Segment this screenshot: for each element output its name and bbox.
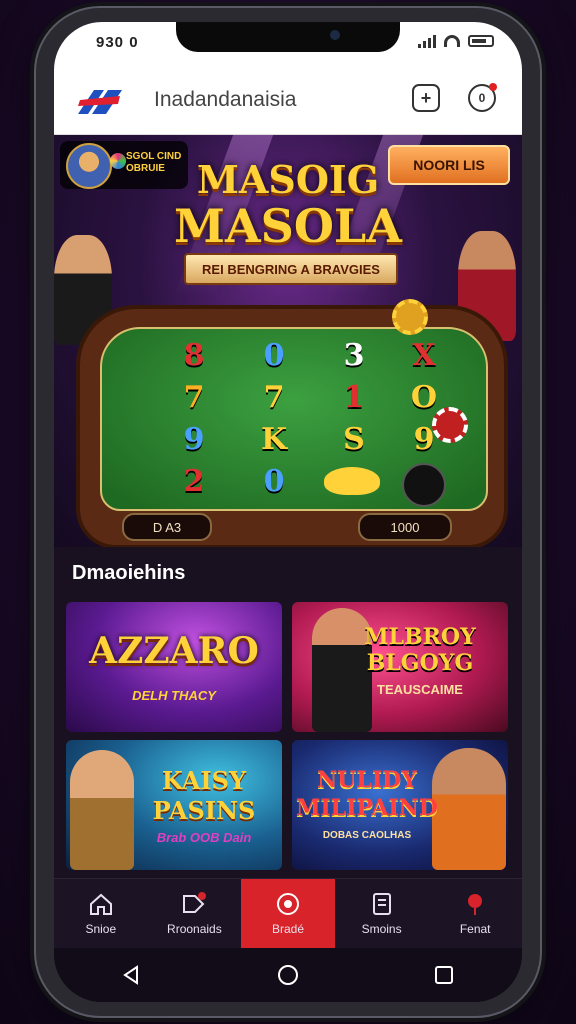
game-card-title: MLBROY BLGOYG <box>364 624 476 676</box>
card-character <box>70 750 134 870</box>
game-card[interactable]: KAISY PASINS Brab OOB Dain <box>66 740 282 870</box>
recents-icon[interactable] <box>433 964 455 986</box>
battery-icon <box>468 35 494 47</box>
nav-item-home[interactable]: Snioe <box>54 879 148 949</box>
game-card[interactable]: NULIDY MILIPAIND DOBAS CAOLHAS <box>292 740 508 870</box>
add-button[interactable]: + <box>412 84 440 112</box>
slot-symbol: S <box>343 421 365 457</box>
section-title: Dmaoiehins <box>72 562 186 584</box>
game-card-subtitle: DOBAS CAOLHAS <box>322 830 412 841</box>
slot-symbol: 7 <box>263 379 285 415</box>
hero-title-line2: MASOLA <box>174 199 402 253</box>
circle-badge-icon: 0 <box>478 91 486 105</box>
nav-label: Rroonaids <box>167 922 222 936</box>
slot-symbol: 0 <box>263 337 285 373</box>
slot-symbol: 1 <box>343 379 365 415</box>
slot-symbol: 3 <box>343 337 365 373</box>
slot-symbol: X <box>412 337 436 373</box>
app-logo[interactable] <box>74 86 126 118</box>
game-card-title: KAISY PASINS <box>152 766 256 825</box>
slot-symbol: 2 <box>183 463 205 499</box>
counter-left: D A3 <box>122 513 212 541</box>
game-card[interactable]: AZZARO DELH THACY <box>66 602 282 732</box>
game-card-subtitle: TEAUSCAIME <box>377 682 463 697</box>
slot-symbol: 9 <box>183 421 205 457</box>
game-card[interactable]: MLBROY BLGOYG TEAUSCAIME <box>292 602 508 732</box>
tag-badge-icon <box>183 892 207 913</box>
bottom-nav: Snioe Rroonaids Bradé Smoins Fenat <box>54 878 522 949</box>
document-icon <box>372 893 391 915</box>
table-felt: 8 0 3 X 7 7 1 O 9 K S 9 2 0 <box>100 299 488 511</box>
game-card-subtitle: DELH THACY <box>132 688 216 703</box>
dice-icon <box>402 463 446 507</box>
status-bar: 930 0 <box>54 22 522 68</box>
counter-right: 1000 <box>358 513 452 541</box>
camera-icon <box>330 30 340 40</box>
card-character <box>432 748 506 870</box>
status-time: 930 0 <box>96 34 139 51</box>
hero-title-line1: MASOIG <box>196 157 380 202</box>
game-card-title: AZZARO <box>89 630 259 672</box>
game-card-subtitle: Brab OOB Dain <box>156 830 252 845</box>
pin-icon <box>468 894 483 915</box>
game-card-title: NULIDY MILIPAIND <box>296 767 438 821</box>
home-circle-icon[interactable] <box>276 963 300 987</box>
nav-label: Bradé <box>271 922 304 936</box>
nav-label: Fenat <box>459 922 491 936</box>
back-icon[interactable] <box>121 964 143 986</box>
slot-symbol: 8 <box>183 337 205 373</box>
wifi-icon <box>444 35 460 47</box>
home-icon <box>89 893 112 915</box>
app-header: Inadandanaisia + 0 <box>54 68 522 135</box>
nav-item-sessions[interactable]: Smoins <box>335 879 429 949</box>
roulette-table[interactable]: 8 0 3 X 7 7 1 O 9 K S 9 2 0 <box>76 299 508 547</box>
slot-symbol: 0 <box>263 463 285 499</box>
status-icons <box>418 34 494 48</box>
banana-icon <box>324 467 380 495</box>
app-title: Inadandanaisia <box>154 88 297 111</box>
nav-item-games[interactable]: Bradé <box>241 879 335 949</box>
slot-symbol: 7 <box>183 379 205 415</box>
system-nav-bar <box>54 948 522 1002</box>
nav-item-promotions[interactable]: Rroonaids <box>148 879 242 949</box>
signal-icon <box>418 34 436 48</box>
chip-icon <box>432 407 468 443</box>
notch <box>176 22 400 52</box>
nav-label: Smoins <box>361 922 402 936</box>
hero-banner[interactable]: SGOL CIND OBRUIE NOORI LIS MASOIG MASOLA… <box>54 135 522 547</box>
hero-ribbon: REI BENGRING A BRAVGIES <box>184 253 398 285</box>
profile-button[interactable]: 0 <box>468 83 497 112</box>
chip-icon <box>392 299 428 335</box>
slot-symbol: K <box>260 421 288 457</box>
app-screen: 930 0 Inadandanaisia + 0 SGOL CIND OBRUI… <box>54 22 522 1002</box>
nav-label: Snioe <box>85 922 117 936</box>
target-icon <box>276 893 299 915</box>
nav-item-favorites[interactable]: Fenat <box>428 879 522 949</box>
plus-square-icon: + <box>420 87 432 108</box>
notification-dot <box>489 83 497 91</box>
